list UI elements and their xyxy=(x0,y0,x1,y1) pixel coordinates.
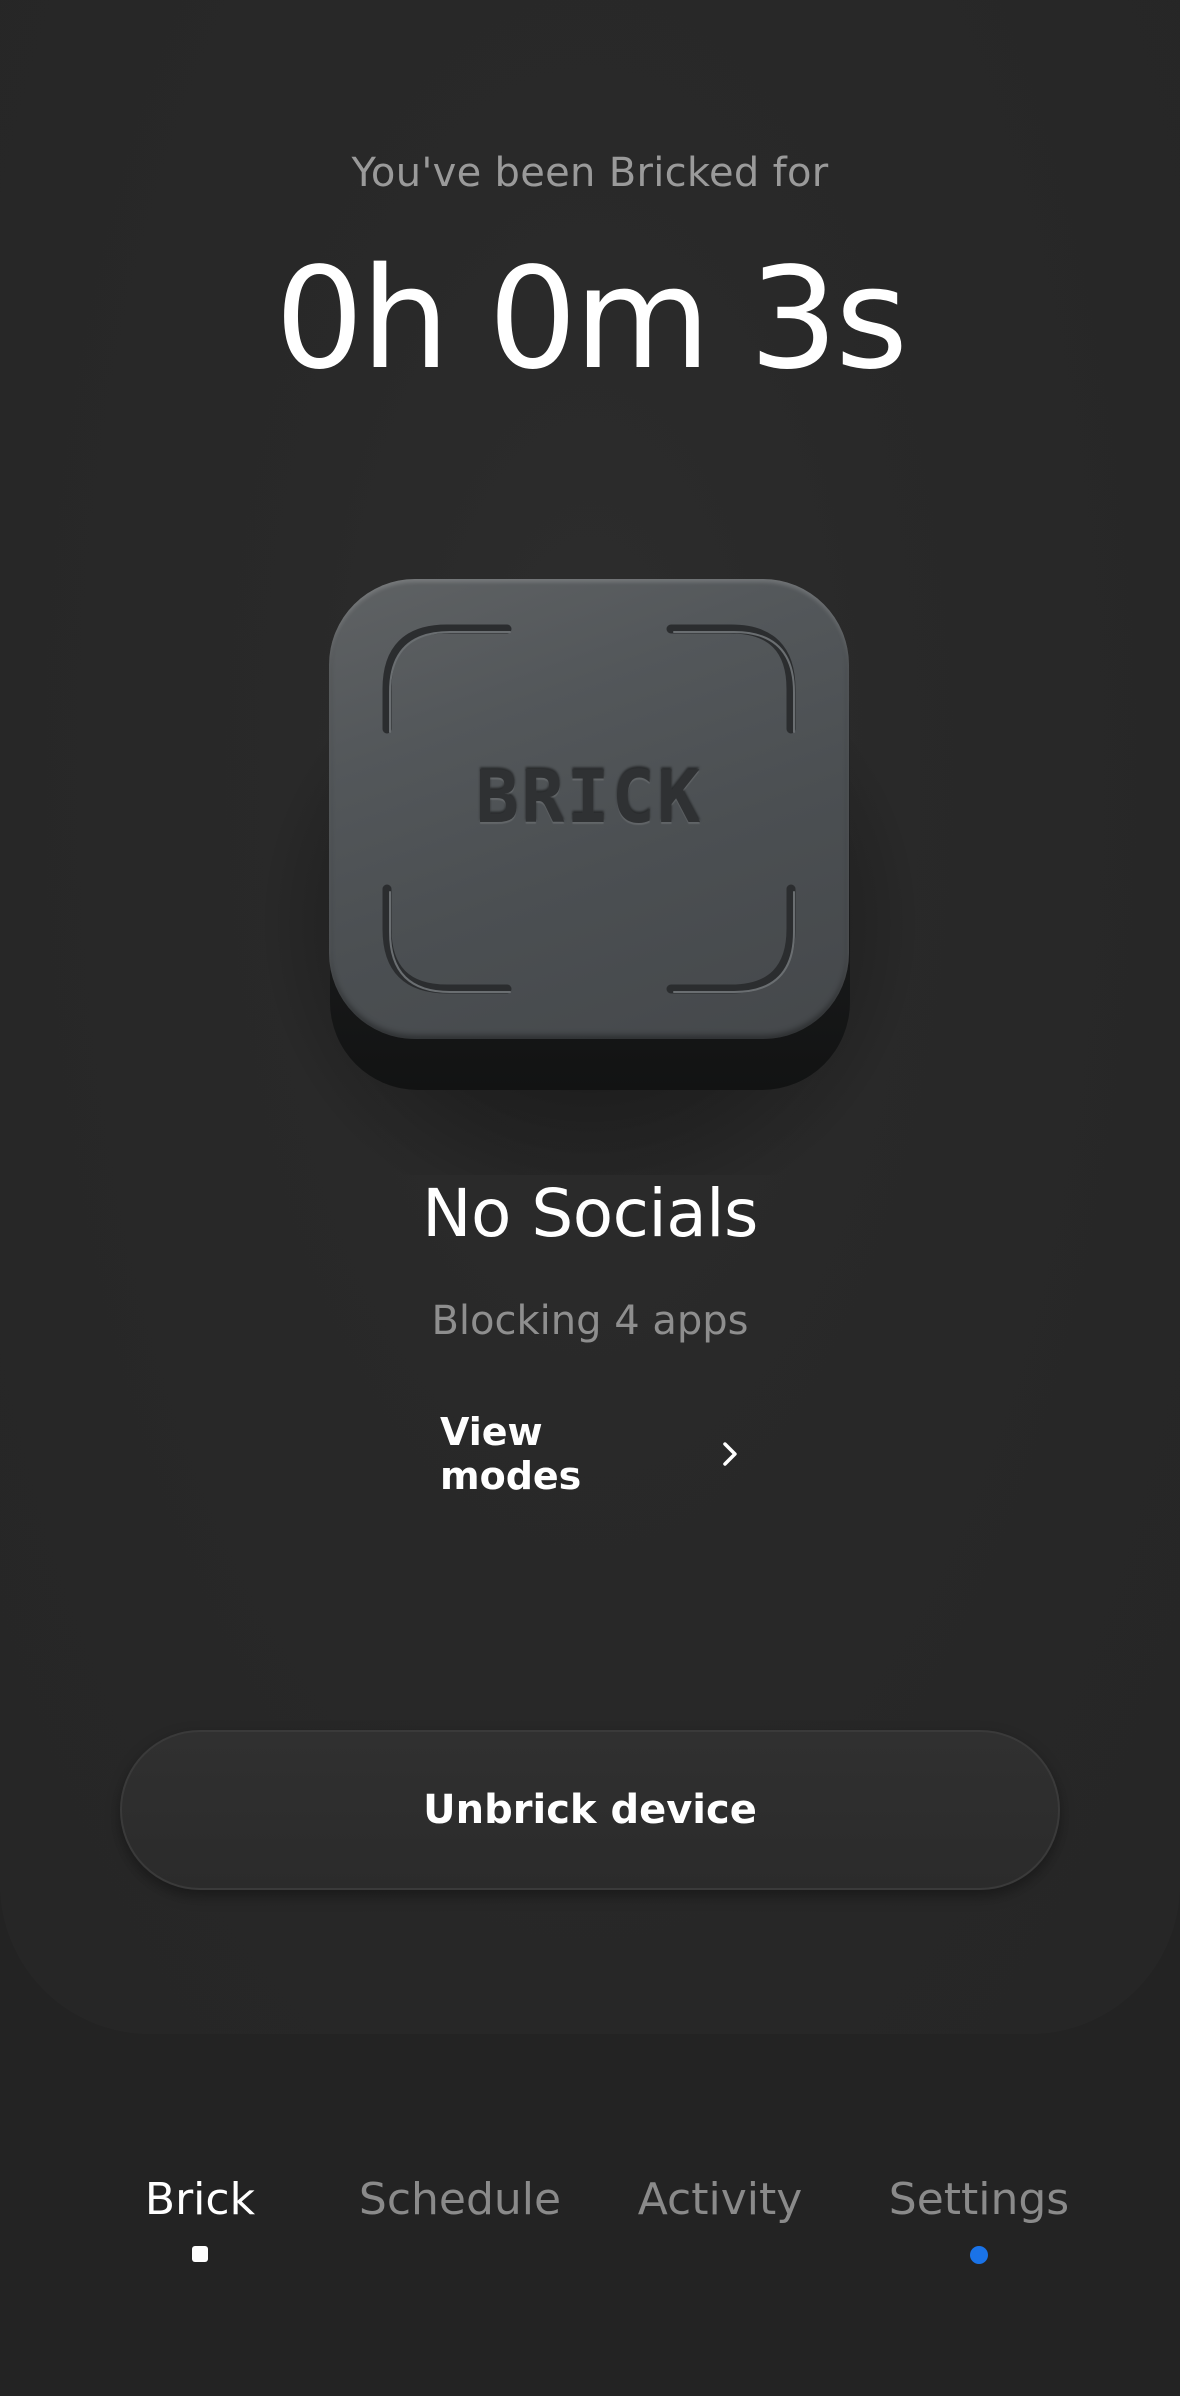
bricked-timer: 0h 0m 3s xyxy=(274,238,908,401)
view-modes-link[interactable]: View modes xyxy=(440,1410,740,1498)
unbrick-device-button[interactable]: Unbrick device xyxy=(120,1730,1060,1890)
tab-brick[interactable]: Brick xyxy=(120,2160,280,2270)
tab-schedule[interactable]: Schedule xyxy=(350,2160,570,2270)
tab-activity[interactable]: Activity xyxy=(620,2160,820,2270)
tab-brick-label: Brick xyxy=(144,2174,256,2225)
bricked-duration-caption: You've been Bricked for xyxy=(351,150,829,196)
mode-title: No Socials xyxy=(422,1175,758,1252)
chevron-right-icon xyxy=(723,1442,737,1466)
tab-activity-label: Activity xyxy=(637,2174,803,2225)
unbrick-device-label: Unbrick device xyxy=(423,1787,757,1833)
view-modes-label: View modes xyxy=(440,1410,582,1498)
tab-settings-label: Settings xyxy=(888,2174,1070,2225)
active-tab-indicator xyxy=(192,2246,208,2262)
screen: You've been Bricked for 0h 0m 3s BRICK N… xyxy=(0,0,1180,2396)
tab-schedule-label: Schedule xyxy=(358,2174,562,2225)
brick-device-image: BRICK xyxy=(265,575,915,1175)
settings-notification-dot xyxy=(970,2246,988,2264)
mode-blocking-count: Blocking 4 apps xyxy=(431,1298,749,1344)
tab-settings[interactable]: Settings xyxy=(870,2160,1088,2270)
main-card: You've been Bricked for 0h 0m 3s BRICK N… xyxy=(0,0,1180,2034)
bottom-tab-bar: Brick Schedule Activity Settings xyxy=(0,2160,1180,2280)
brick-device-label: BRICK xyxy=(475,755,703,839)
